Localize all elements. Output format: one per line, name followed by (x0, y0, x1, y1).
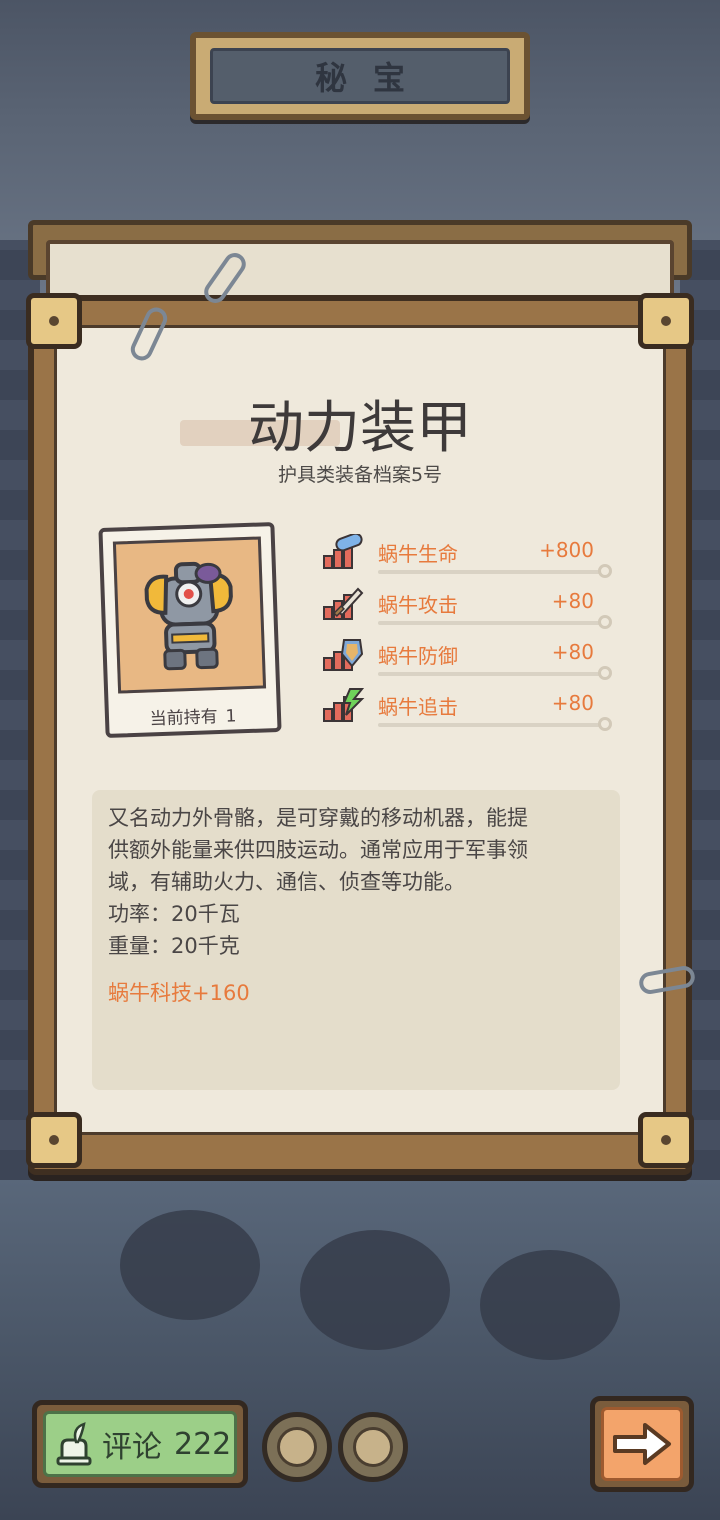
stat-name: 蜗牛防御 (378, 644, 458, 668)
background-rock (300, 1230, 450, 1350)
title-sign: 秘宝 (190, 32, 530, 120)
stat-value: +80 (551, 640, 594, 664)
frame-corner-top-left (26, 293, 82, 349)
background-rock (480, 1250, 620, 1360)
stat-value: +80 (551, 589, 594, 613)
next-button[interactable] (590, 1396, 694, 1492)
frame-corner-bottom-right (638, 1112, 694, 1168)
item-name: 动力装甲 (248, 396, 472, 461)
stat-row-defense: 蜗牛防御 +80 (322, 634, 612, 682)
stat-value: +80 (551, 691, 594, 715)
quill-inkpot-icon (56, 1422, 92, 1466)
power-armor-icon (144, 561, 233, 671)
owned-count-label: 当前持有 1 (109, 700, 278, 731)
stat-dot (598, 717, 612, 731)
stat-dot (598, 615, 612, 629)
stat-name: 蜗牛攻击 (378, 593, 458, 617)
health-pill-icon (323, 534, 363, 569)
page-title: 秘宝 (314, 59, 431, 97)
description-text: 又名动力外骨骼，是可穿戴的移动机器，能提 供额外能量来供四肢运动。通常应用于军事… (108, 802, 608, 962)
title-plaque: 秘宝 (210, 48, 510, 104)
attack-sword-icon (323, 587, 364, 620)
description-line: 域，有辅助火力、通信、侦查等功能。 (108, 870, 465, 894)
stat-divider (378, 672, 600, 676)
description-line: 功率：20千瓦 (108, 902, 240, 926)
stat-row-pursuit: 蜗牛追击 +80 (322, 685, 612, 733)
stat-divider (378, 570, 600, 574)
next-button-face[interactable] (601, 1407, 683, 1481)
arrow-right-icon (613, 1423, 671, 1465)
description-line: 又名动力外骨骼，是可穿戴的移动机器，能提 (108, 806, 528, 830)
defense-shield-icon (323, 639, 364, 671)
stat-name: 蜗牛追击 (378, 695, 458, 719)
stat-divider (378, 723, 600, 727)
snail-tech-bonus: 蜗牛科技+160 (108, 981, 250, 1005)
item-subtitle: 护具类装备档案5号 (277, 464, 443, 486)
stat-divider (378, 621, 600, 625)
item-photo (112, 536, 267, 694)
stat-dot (598, 666, 612, 680)
stat-dot (598, 564, 612, 578)
owned-label: 当前持有 (149, 707, 218, 730)
stat-value: +800 (539, 538, 594, 562)
comment-count: 222 (174, 1426, 232, 1462)
scene-round-button (338, 1412, 408, 1482)
description-line: 重量：20千克 (108, 934, 240, 958)
stat-row-health: 蜗牛生命 +800 (322, 532, 612, 580)
item-card: 当前持有 1 (98, 521, 282, 739)
pursuit-lightning-icon (323, 688, 365, 722)
stat-row-attack: 蜗牛攻击 +80 (322, 583, 612, 631)
description-line: 供额外能量来供四肢运动。通常应用于军事领 (108, 838, 528, 862)
frame-corner-top-right (638, 293, 694, 349)
back-paper (46, 240, 674, 300)
owned-count: 1 (225, 706, 237, 727)
scene-round-button (262, 1412, 332, 1482)
stat-name: 蜗牛生命 (378, 542, 458, 566)
comment-button[interactable]: 评论 222 (32, 1400, 248, 1488)
background-rock (120, 1210, 260, 1320)
comment-button-face[interactable]: 评论 222 (43, 1411, 237, 1477)
frame-corner-bottom-left (26, 1112, 82, 1168)
comment-label: 评论 (102, 1430, 162, 1465)
